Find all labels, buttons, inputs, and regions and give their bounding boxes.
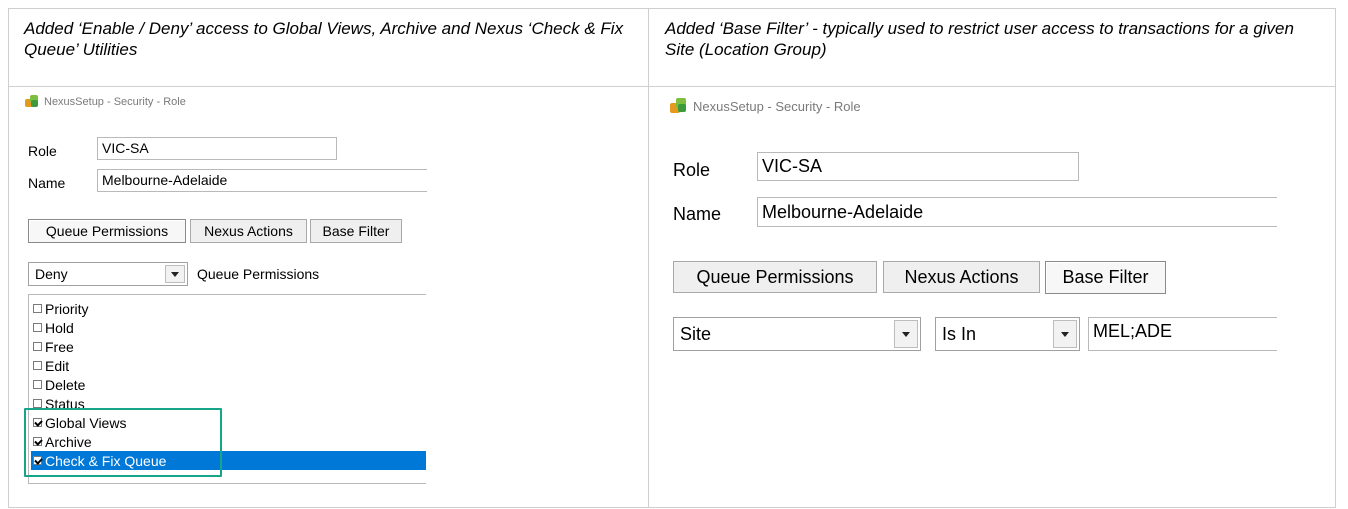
chevron-down-icon[interactable] — [894, 320, 918, 348]
app-icon — [25, 95, 39, 108]
right-window-titlebar: NexusSetup - Security - Role — [670, 98, 861, 114]
permission-caption: Queue Permissions — [197, 266, 320, 282]
window-title: NexusSetup - Security - Role — [693, 98, 861, 114]
name-field[interactable]: Melbourne-Adelaide — [97, 169, 427, 192]
filter-operator-value: Is In — [942, 324, 977, 344]
checkbox[interactable] — [33, 361, 42, 370]
tab-nexus-actions[interactable]: Nexus Actions — [190, 219, 307, 243]
highlight-box — [24, 408, 222, 477]
list-item[interactable]: Delete — [31, 375, 426, 394]
tab-queue-permissions[interactable]: Queue Permissions — [673, 261, 877, 293]
window-title: NexusSetup - Security - Role — [44, 95, 186, 108]
tab-base-filter[interactable]: Base Filter — [1045, 261, 1166, 294]
filter-value-field[interactable]: MEL;ADE — [1088, 317, 1277, 351]
list-item[interactable]: Edit — [31, 356, 426, 375]
filter-operator-dropdown[interactable]: Is In — [935, 317, 1080, 351]
role-field[interactable]: VIC-SA — [757, 152, 1079, 181]
name-label: Name — [673, 204, 722, 224]
caption-right: Added ‘Base Filter’ - typically used to … — [665, 19, 1294, 59]
app-icon — [670, 98, 687, 114]
role-field[interactable]: VIC-SA — [97, 137, 337, 160]
chevron-down-icon[interactable] — [165, 265, 185, 283]
list-item[interactable]: Priority — [31, 299, 426, 318]
column-divider — [648, 8, 649, 508]
role-label: Role — [28, 143, 57, 159]
tab-base-filter[interactable]: Base Filter — [310, 219, 402, 243]
checkbox[interactable] — [33, 323, 42, 332]
name-field[interactable]: Melbourne-Adelaide — [757, 197, 1277, 227]
checkbox[interactable] — [33, 380, 42, 389]
role-label: Role — [673, 160, 711, 180]
list-item[interactable]: Hold — [31, 318, 426, 337]
name-label: Name — [28, 175, 66, 191]
filter-field-dropdown[interactable]: Site — [673, 317, 921, 351]
filter-field-value: Site — [680, 324, 712, 344]
permission-mode-dropdown[interactable]: Deny — [28, 262, 188, 286]
tab-queue-permissions[interactable]: Queue Permissions — [28, 219, 186, 243]
left-window-titlebar: NexusSetup - Security - Role — [25, 95, 186, 108]
checkbox[interactable] — [33, 342, 42, 351]
checkbox[interactable] — [33, 399, 42, 408]
list-item[interactable]: Free — [31, 337, 426, 356]
caption-left: Added ‘Enable / Deny’ access to Global V… — [24, 19, 624, 59]
chevron-down-icon[interactable] — [1053, 320, 1077, 348]
checkbox[interactable] — [33, 304, 42, 313]
permission-mode-value: Deny — [35, 266, 68, 282]
header-divider — [8, 86, 1336, 87]
tab-nexus-actions[interactable]: Nexus Actions — [883, 261, 1040, 293]
